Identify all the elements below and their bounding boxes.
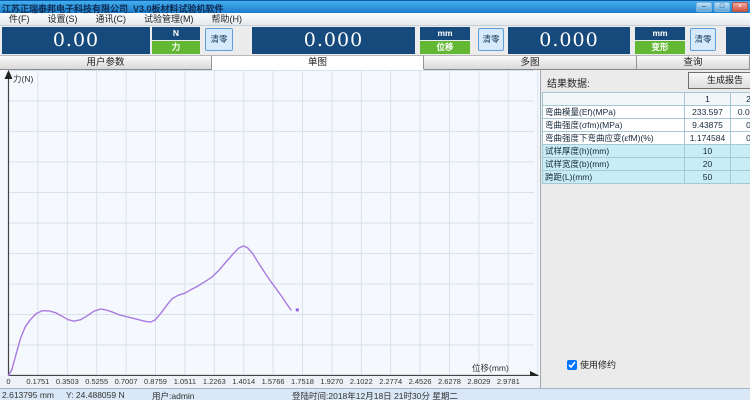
x-tick-label: 1.4014 (232, 377, 255, 386)
window-title: 江苏正瑞泰邦电子科技有限公司_V3.0板材料试验机软件 (2, 2, 224, 15)
results-col-1: 1 (685, 93, 731, 106)
status-position-y: Y: 24.488059 N (66, 390, 125, 400)
chart-region: 力(N) 位移(mm) 0 0.1751 0.3503 0.5255 0.7007 0.8… (0, 70, 540, 388)
x-tick-label: 2.1022 (350, 377, 373, 386)
maximize-button[interactable]: □ (714, 2, 730, 12)
displacement-unit-stack: mm 位移 (420, 27, 470, 54)
x-tick-label: 0.3503 (56, 377, 79, 386)
result-label: 试样厚度(h)(mm) (543, 145, 685, 158)
result-label: 弯曲强度下弯曲应变(εfM)(%) (543, 132, 685, 145)
x-tick-label: 0.5255 (85, 377, 108, 386)
rounding-label: 使用修约 (580, 358, 616, 371)
x-tick-label: 2.2774 (379, 377, 402, 386)
results-table-header-row: 1 2 (543, 93, 750, 106)
result-value-2: 0 (731, 132, 750, 145)
deformation-value-display: 0.000 (508, 27, 630, 54)
x-tick-label: 1.0511 (174, 377, 196, 386)
window-controls: – □ × (696, 2, 748, 12)
tab-query[interactable]: 查询 (637, 55, 750, 69)
x-tick-label: 2.6278 (438, 377, 461, 386)
result-value-1: 9.43875 (685, 119, 731, 132)
x-axis-ticks: 0 0.1751 0.3503 0.5255 0.7007 0.8759 1.0511 1.2… (0, 376, 540, 388)
x-tick-label: 1.5766 (262, 377, 285, 386)
minimize-button[interactable]: – (696, 2, 712, 12)
title-bar: 江苏正瑞泰邦电子科技有限公司_V3.0板材料试验机软件 – □ × (0, 0, 750, 13)
x-tick-label: 0.8759 (144, 377, 167, 386)
force-unit-stack: N 力 (152, 27, 200, 54)
deformation-unit-stack: mm 变形 (635, 27, 685, 54)
x-tick-label: 2.8029 (467, 377, 490, 386)
result-row[interactable]: 弯曲强度下弯曲应变(εfM)(%)1.1745840 (543, 132, 750, 145)
deformation-clear-button[interactable]: 清零 (690, 28, 716, 51)
app-window: 江苏正瑞泰邦电子科技有限公司_V3.0板材料试验机软件 – □ × 件(F) 设… (0, 0, 750, 400)
result-label: 试样宽度(b)(mm) (543, 158, 685, 171)
force-channel-label: 力 (152, 41, 200, 54)
result-row[interactable]: 跨距(L)(mm)50 (543, 171, 750, 184)
displacement-value-display: 0.000 (252, 27, 415, 54)
result-label: 弯曲模量(Ef)(MPa) (543, 106, 685, 119)
force-unit-label: N (152, 27, 200, 40)
results-header: 结果数据: 生成报告 (541, 70, 750, 92)
tab-bar: 用户参数 单图 多图 查询 (0, 55, 750, 70)
y-axis-label: 力(N) (13, 73, 33, 85)
result-value-1: 10 (685, 145, 731, 158)
results-title: 结果数据: (547, 75, 590, 90)
result-row[interactable]: 试样宽度(b)(mm)20 (543, 158, 750, 171)
tab-single-graph[interactable]: 单图 (212, 55, 424, 70)
result-value-1: 50 (685, 171, 731, 184)
display-row: 0.00 N 力 清零 0.000 mm 位移 清零 0.000 mm 变形 清… (0, 26, 750, 55)
x-tick-label: 0 (6, 377, 10, 386)
results-col-label (543, 93, 685, 106)
result-label: 跨距(L)(mm) (543, 171, 685, 184)
force-clear-button[interactable]: 清零 (205, 28, 233, 51)
x-tick-label: 1.2263 (203, 377, 226, 386)
result-row[interactable]: 弯曲强度(σfm)(MPa)9.438750 (543, 119, 750, 132)
results-panel: 结果数据: 生成报告 1 2 弯曲模量(Ef)(MPa)233.5970.000… (540, 70, 750, 388)
curve-end-marker (296, 308, 299, 311)
status-position-x: 2.613795 mm (2, 390, 54, 400)
displacement-clear-button[interactable]: 清零 (478, 28, 504, 51)
use-rounding-row[interactable]: 使用修约 (567, 358, 616, 371)
result-value-1: 20 (685, 158, 731, 171)
result-row[interactable]: 试样厚度(h)(mm)10 (543, 145, 750, 158)
generate-report-button[interactable]: 生成报告 (688, 72, 750, 89)
results-col-2: 2 (731, 93, 750, 106)
result-value-1: 1.174584 (685, 132, 731, 145)
force-value-display: 0.00 (2, 27, 150, 54)
x-tick-label: 2.9781 (497, 377, 520, 386)
x-tick-label: 0.1751 (26, 377, 49, 386)
partial-display-box (726, 27, 750, 54)
result-value-1: 233.597 (685, 106, 731, 119)
result-value-2 (731, 158, 750, 171)
displacement-unit-label: mm (420, 27, 470, 40)
results-table-body: 弯曲模量(Ef)(MPa)233.5970.000弯曲强度(σfm)(MPa)9… (543, 106, 750, 184)
displacement-channel-label: 位移 (420, 41, 470, 54)
x-tick-label: 2.4526 (409, 377, 432, 386)
x-tick-label: 0.7007 (115, 377, 138, 386)
result-value-2 (731, 171, 750, 184)
status-login-time: 登陆时间:2018年12月18日 21时30分 星期二 (292, 390, 458, 400)
result-row[interactable]: 弯曲模量(Ef)(MPa)233.5970.000 (543, 106, 750, 119)
x-axis-label: 位移(mm) (472, 362, 509, 374)
close-button[interactable]: × (732, 2, 748, 12)
x-tick-label: 1.9270 (320, 377, 343, 386)
tab-multi-graph[interactable]: 多图 (424, 55, 637, 69)
status-user: 用户:admin (152, 390, 195, 400)
result-value-2: 0 (731, 119, 750, 132)
result-value-2: 0.000 (731, 106, 750, 119)
result-value-2 (731, 145, 750, 158)
x-tick-label: 1.7518 (291, 377, 314, 386)
deformation-channel-label: 变形 (635, 41, 685, 54)
result-label: 弯曲强度(σfm)(MPa) (543, 119, 685, 132)
status-bar: 2.613795 mm Y: 24.488059 N 用户:admin 登陆时间… (0, 388, 750, 400)
tab-user-parameters[interactable]: 用户参数 (0, 55, 212, 69)
results-table: 1 2 弯曲模量(Ef)(MPa)233.5970.000弯曲强度(σfm)(M… (542, 92, 750, 184)
main-area: 力(N) 位移(mm) 0 0.1751 0.3503 0.5255 0.7007 0.8… (0, 70, 750, 388)
force-displacement-chart (0, 70, 540, 388)
rounding-checkbox[interactable] (567, 360, 577, 370)
deformation-unit-label: mm (635, 27, 685, 40)
